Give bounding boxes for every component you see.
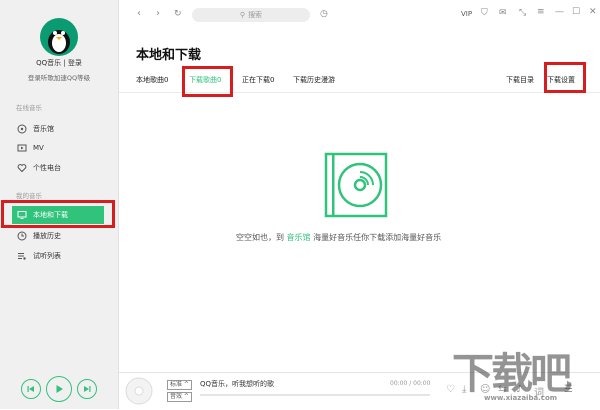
play-icon [56, 385, 63, 393]
next-button[interactable] [77, 379, 97, 399]
forward-icon[interactable]: › [156, 8, 160, 19]
login-link[interactable]: QQ音乐 | 登录 [0, 58, 118, 68]
mail-icon[interactable]: ✉ [499, 8, 507, 18]
now-playing-title: QQ音乐，听我想听的歌 [200, 380, 275, 388]
tab-local-songs[interactable]: 本地歌曲0 [136, 75, 168, 85]
album-cover-icon [125, 377, 153, 405]
prev-button[interactable] [21, 379, 41, 399]
quality-button[interactable]: 标准 ^ [167, 380, 192, 390]
refresh-icon[interactable]: ↻ [174, 9, 182, 19]
music-hall-icon [17, 124, 27, 134]
mini-mode-icon[interactable]: ⤡ [519, 8, 526, 18]
search-placeholder: 搜索 [248, 11, 263, 19]
download-folder-link[interactable]: 下载目录 [506, 75, 534, 85]
sidebar-item-label: 试听列表 [33, 252, 61, 260]
section-my-music: 我的音乐 [16, 192, 42, 200]
minimize-icon[interactable]: — [555, 7, 564, 17]
play-button[interactable] [46, 376, 72, 402]
clock-icon [17, 231, 27, 241]
close-icon[interactable]: ✕ [589, 7, 597, 17]
section-online-music: 在线音乐 [16, 104, 42, 112]
page-title: 本地和下载 [136, 48, 202, 63]
back-icon[interactable]: ‹ [137, 8, 141, 19]
empty-suffix: 海量好音乐任你下载添加海量好音乐 [310, 233, 442, 242]
progress-bar[interactable] [200, 394, 430, 396]
vip-button[interactable]: VIP [461, 10, 472, 18]
history-icon[interactable]: ◷ [320, 9, 328, 19]
search-icon: ⚲ [239, 11, 246, 19]
empty-prefix: 空空如也，到 [236, 233, 287, 242]
tab-downloading[interactable]: 正在下载0 [242, 75, 274, 85]
quality-label: 标准 [170, 381, 183, 388]
sidebar-item-trial-list[interactable]: 试听列表 [0, 247, 118, 265]
sidebar-item-label: 音乐馆 [33, 125, 54, 133]
empty-state-message: 空空如也，到 音乐馆 海量好音乐任你下载添加海量好音乐 [236, 232, 441, 243]
menu-icon[interactable]: ≡ [537, 7, 545, 17]
prev-icon [27, 386, 34, 392]
login-hint: 登录听歌加速QQ等级 [27, 74, 91, 82]
watermark-logo: 下载吧 [452, 349, 572, 398]
avatar[interactable] [40, 18, 78, 56]
sidebar-item-label: 个性电台 [33, 164, 61, 172]
sound-effect-label: 音效 [170, 393, 183, 400]
heart-icon [17, 163, 27, 173]
sidebar-item-label: 播放历史 [33, 232, 61, 240]
highlight-download-settings [544, 62, 586, 93]
sidebar-item-label: MV [33, 144, 44, 152]
sidebar-item-radio[interactable]: 个性电台 [0, 159, 118, 177]
playlist-icon [17, 251, 27, 261]
sidebar-item-music-hall[interactable]: 音乐馆 [0, 120, 118, 138]
highlight-local-download [1, 200, 115, 228]
cd-box-icon [324, 152, 388, 218]
sound-effect-button[interactable]: 音效 ^ [167, 392, 192, 402]
maximize-icon[interactable]: ☐ [572, 7, 580, 17]
next-icon [84, 386, 91, 392]
search-input[interactable]: ⚲ 搜索 [192, 8, 310, 22]
highlight-download-tab [182, 66, 233, 97]
music-hall-link[interactable]: 音乐馆 [287, 233, 311, 242]
sidebar-item-mv[interactable]: MV [0, 139, 118, 157]
sidebar-item-history[interactable]: 播放历史 [0, 227, 118, 245]
playback-time: 00:00 / 00:00 [390, 380, 431, 387]
tab-download-history[interactable]: 下载历史漫游 [293, 75, 335, 85]
watermark-url: www.xiazaiba.com [484, 394, 558, 402]
shirt-icon[interactable]: ⛉ [481, 8, 488, 18]
mv-icon [17, 143, 27, 153]
